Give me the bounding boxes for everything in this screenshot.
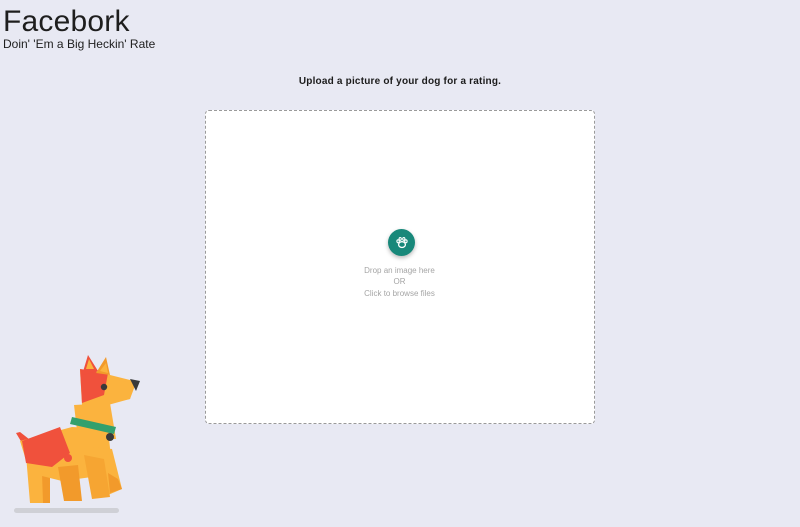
image-dropzone[interactable]: Drop an image here OR Click to browse fi…	[205, 110, 595, 424]
dropzone-browse-text[interactable]: Click to browse files	[206, 288, 593, 299]
app-title: Facebork	[3, 5, 130, 38]
upload-button[interactable]	[388, 229, 415, 256]
dog-ear-right	[96, 357, 110, 375]
dog-eye	[100, 383, 108, 391]
dog-illustration	[12, 355, 147, 517]
paw-icon	[395, 236, 409, 249]
app-tagline: Doin' 'Em a Big Heckin' Rate	[3, 37, 156, 51]
page: Facebork Doin' 'Em a Big Heckin' Rate Up…	[0, 0, 800, 527]
dog-mid-leg	[58, 465, 82, 501]
dog-collar-tag	[106, 433, 114, 441]
dropzone-drop-text: Drop an image here	[364, 266, 435, 275]
upload-instruction: Upload a picture of your dog for a ratin…	[298, 76, 502, 87]
dog-shadow	[14, 508, 119, 513]
dropzone-or-text: OR	[393, 277, 406, 286]
